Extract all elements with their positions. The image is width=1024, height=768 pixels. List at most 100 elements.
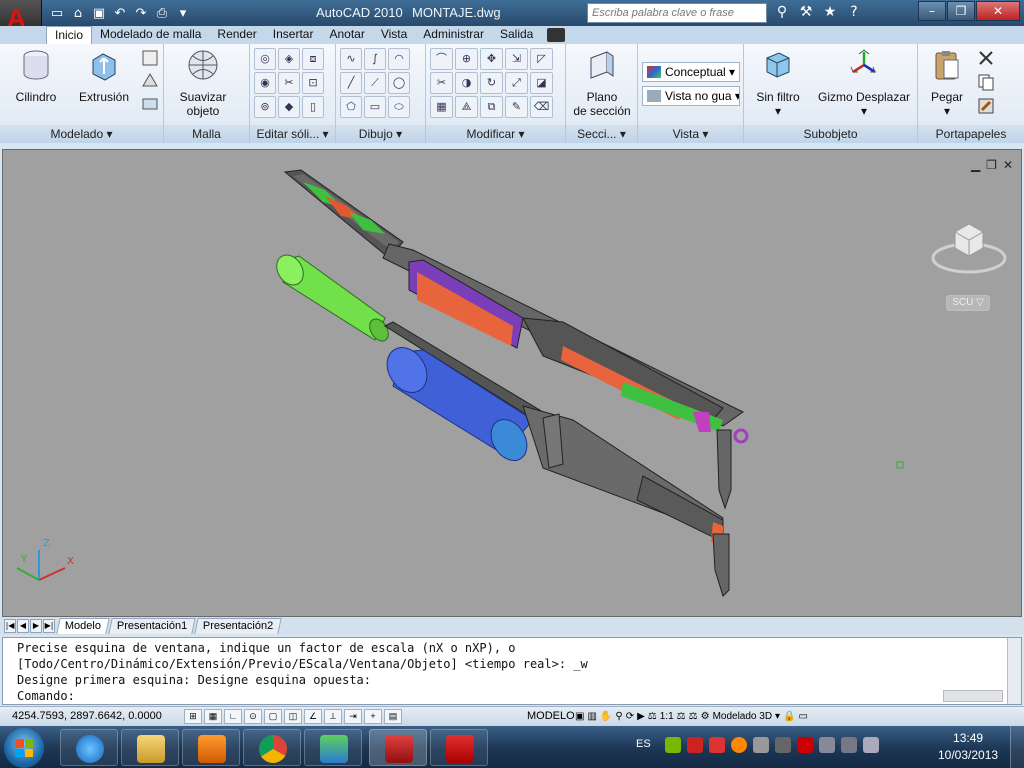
start-button[interactable] (4, 728, 44, 768)
dynamic-input-icon[interactable]: ⇥ (344, 709, 362, 724)
tools-icon[interactable]: ⚒ (796, 4, 816, 22)
thicken-icon[interactable]: ◆ (278, 96, 300, 118)
layout-tab-presentacion2[interactable]: Presentación2 (194, 618, 283, 634)
shell-icon[interactable]: ◈ (278, 48, 300, 70)
favorites-star-icon[interactable]: ★ (820, 4, 840, 22)
language-indicator[interactable]: ES (636, 738, 651, 750)
annotation-scale-icon[interactable]: ⚖ (648, 709, 657, 724)
tab-modelado-de-malla[interactable]: Modelado de malla (92, 26, 209, 44)
3d-model-drawing[interactable]: Z X Y (3, 150, 1022, 617)
ellipse-icon[interactable]: ⬭ (388, 96, 410, 118)
taskbar-messenger[interactable] (304, 729, 362, 766)
quick-properties-icon[interactable]: ▤ (384, 709, 402, 724)
plot-icon[interactable]: ⎙ (153, 4, 171, 22)
offset-icon[interactable]: ◪ (530, 72, 553, 94)
viewcube-icon[interactable] (931, 210, 1007, 286)
avast-icon[interactable] (731, 737, 747, 753)
tab-render[interactable]: Render (209, 26, 264, 44)
minimize-icon[interactable]: – (918, 1, 946, 21)
copy-clip-icon[interactable] (976, 72, 996, 92)
dynamic-ucs-icon[interactable]: ⟂ (324, 709, 342, 724)
arc-icon[interactable]: ◠ (388, 48, 410, 70)
pan-icon[interactable]: ✋ (600, 709, 612, 724)
network-icon[interactable] (841, 737, 857, 753)
ortho-mode-icon[interactable]: ∟ (224, 709, 242, 724)
next-layout-icon[interactable]: ▶ (30, 619, 42, 633)
slice-icon[interactable]: ⧈ (302, 48, 324, 70)
command-scrollbar[interactable] (1007, 638, 1021, 704)
panel-title-modificar[interactable]: Modificar ▾ (426, 125, 565, 143)
imprint-icon[interactable]: ▯ (302, 96, 324, 118)
subtract-icon[interactable]: ◉ (254, 72, 276, 94)
layout-tab-modelo[interactable]: Modelo (56, 618, 110, 634)
suavizar-objeto-button[interactable]: Suavizar objeto (172, 48, 234, 118)
quick-view-layouts-icon[interactable]: ▣ (575, 709, 584, 724)
taskbar-autocad[interactable] (369, 729, 427, 766)
spline-icon[interactable]: ∫ (364, 48, 386, 70)
line-icon[interactable]: ╱ (340, 72, 362, 94)
3d-array-icon[interactable]: ⟁ (455, 96, 478, 118)
named-view-select[interactable]: Vista no gua ▾ (642, 86, 740, 106)
polar-tracking-icon[interactable]: ⊙ (244, 709, 262, 724)
nvidia-icon[interactable] (665, 737, 681, 753)
auto-scale-icon[interactable]: ⚖ (689, 709, 698, 724)
prev-layout-icon[interactable]: ◀ (17, 619, 29, 633)
annotation-scale-value[interactable]: 1:1 (660, 709, 674, 724)
workspace-dropdown-icon[interactable]: ▾ (775, 709, 780, 724)
panel-title-malla[interactable]: Malla (164, 125, 249, 143)
chamfer-icon[interactable]: ◸ (530, 48, 553, 70)
usb-icon[interactable] (753, 737, 769, 753)
gizmo-desplazar-button[interactable]: Gizmo Desplazar ▾ (814, 48, 914, 118)
layout-tab-presentacion1[interactable]: Presentación1 (108, 618, 197, 634)
redo-icon[interactable]: ↷ (132, 4, 150, 22)
copy-icon[interactable]: ⧉ (480, 96, 503, 118)
cilindro-button[interactable]: Cilindro (12, 48, 60, 104)
taskbar-acrobat[interactable] (430, 729, 488, 766)
open-file-icon[interactable]: ⌂ (69, 4, 87, 22)
panel-title-dibujo[interactable]: Dibujo ▾ (336, 125, 425, 143)
flag-icon[interactable] (819, 737, 835, 753)
polyline-icon[interactable]: ∿ (340, 48, 362, 70)
align-icon[interactable]: ⇲ (505, 48, 528, 70)
circle-icon[interactable]: ◯ (388, 72, 410, 94)
pdf-tray-icon[interactable] (709, 737, 725, 753)
solid-edit-icon[interactable] (140, 71, 160, 91)
3d-polyline-icon[interactable]: ⟋ (364, 72, 386, 94)
interfere-icon[interactable]: ✂ (278, 72, 300, 94)
polygon-icon[interactable]: ⬠ (340, 96, 362, 118)
ribbon-minimize-icon[interactable] (547, 28, 566, 42)
command-horizontal-scrollbar[interactable] (943, 690, 1003, 702)
panel-title-vista[interactable]: Vista ▾ (638, 125, 743, 143)
3d-rotate-icon[interactable]: ⊕ (455, 48, 478, 70)
stretch-icon[interactable]: ⤢ (505, 72, 528, 94)
union-icon[interactable]: ◎ (254, 48, 276, 70)
lineweight-icon[interactable]: + (364, 709, 382, 724)
panel-title-editar-solidos[interactable]: Editar sóli... ▾ (250, 125, 335, 143)
3d-move-icon[interactable]: ✥ (480, 48, 503, 70)
plano-de-seccion-button[interactable]: Plano de sección (570, 48, 634, 118)
extrusion-button[interactable]: Extrusión (76, 48, 132, 104)
last-layout-icon[interactable]: ▶| (43, 619, 55, 633)
match-props-icon[interactable] (976, 96, 996, 116)
object-snap-icon[interactable]: ▢ (264, 709, 282, 724)
tool-tray-icon[interactable] (775, 737, 791, 753)
tab-inicio[interactable]: Inicio (46, 26, 93, 44)
zoom-icon[interactable]: ⚲ (615, 709, 622, 724)
panel-title-modelado[interactable]: Modelado ▾ (0, 125, 163, 143)
command-line-window[interactable]: Precise esquina de ventana, indique un f… (2, 637, 1022, 705)
object-snap-tracking-icon[interactable]: ∠ (304, 709, 322, 724)
panel-title-portapapeles[interactable]: Portapapeles (918, 125, 1024, 143)
tab-anotar[interactable]: Anotar (321, 26, 372, 44)
tab-insertar[interactable]: Insertar (265, 26, 322, 44)
mcafee-icon[interactable] (797, 737, 813, 753)
drawing-viewport[interactable]: ▁ ❐ ✕ Z X Y SCU ▽ (2, 149, 1022, 617)
3d-mirror-icon[interactable]: ◑ (455, 72, 478, 94)
clean-screen-icon[interactable]: ▭ (799, 709, 808, 724)
rotate-icon[interactable]: ↻ (480, 72, 503, 94)
lock-toolbar-icon[interactable]: 🔒 (783, 709, 795, 724)
command-prompt[interactable]: Comando: (17, 688, 1007, 704)
visual-style-select[interactable]: Conceptual ▾ (642, 62, 740, 82)
extract-edges-icon[interactable]: ⊡ (302, 72, 324, 94)
model-space-toggle[interactable]: MODELO (527, 710, 575, 722)
taskbar-media-player[interactable] (182, 729, 240, 766)
